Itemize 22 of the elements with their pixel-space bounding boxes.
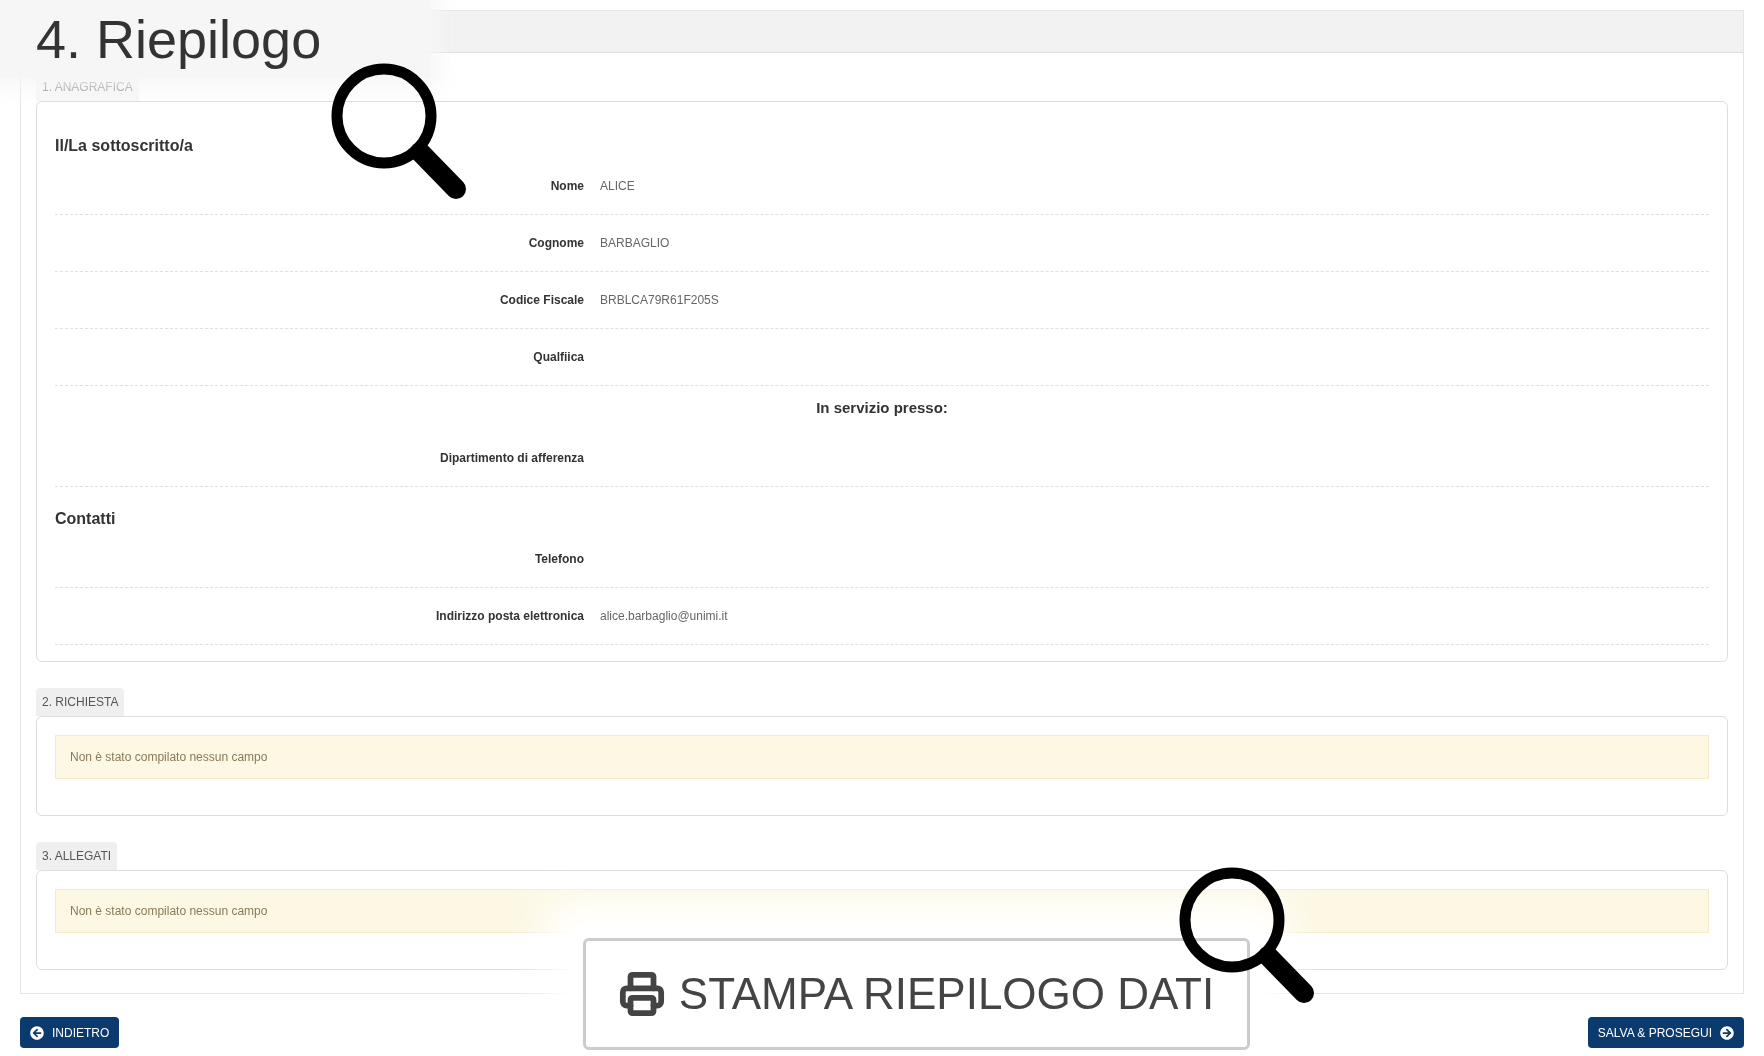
print-summary-button[interactable]: STAMPA RIEPILOGO DATI (583, 938, 1250, 1050)
printer-icon (618, 971, 665, 1017)
group-heading: Il/La sottoscritto/a (55, 136, 193, 156)
field-value: BARBAGLIO (600, 235, 670, 252)
field-label: Qualfiica (533, 349, 584, 366)
arrow-left-icon (30, 1025, 44, 1040)
field-value: BRBLCA79R61F205S (600, 292, 719, 309)
field-label: Dipartimento di afferenza (439, 450, 584, 467)
field-value: alice.barbaglio@unimi.it (600, 608, 728, 625)
subheading: In servizio presso: (816, 397, 948, 418)
field-value: ALICE (600, 178, 635, 195)
back-button[interactable]: INDIETRO (20, 1017, 120, 1048)
field-label: Telefono (534, 551, 584, 568)
field-label: Indirizzo posta elettronica (435, 608, 584, 625)
field-label: Codice Fiscale (499, 292, 584, 309)
arrow-right-icon (1720, 1025, 1734, 1040)
group-heading: Contatti (55, 509, 116, 529)
next-button[interactable]: SALVA & PROSEGUI (1587, 1017, 1744, 1048)
notice-message: Non è stato compilato nessun campo (55, 735, 1709, 779)
notice-message: Non è stato compilato nessun campo (55, 889, 1709, 933)
field-label: Cognome (528, 235, 584, 252)
field-label: Nome (550, 178, 584, 195)
